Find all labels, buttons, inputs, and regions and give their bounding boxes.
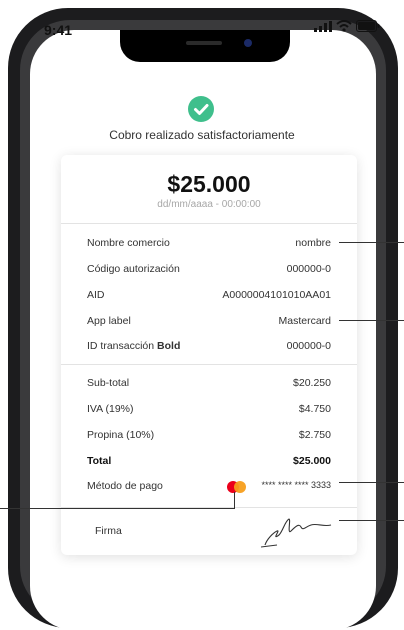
detail-row-aid: AID A0000004101010AA01 <box>87 289 331 305</box>
receipt-datetime: dd/mm/aaaa - 00:00:00 <box>157 199 261 210</box>
battery-icon <box>356 20 380 32</box>
detail-label: App label <box>87 315 131 327</box>
detail-row-transaction-id: ID transacción Bold 000000-0 <box>87 340 331 356</box>
detail-label: ID transacción Bold <box>87 340 180 352</box>
summary-value: $2.750 <box>298 429 331 441</box>
camera <box>244 39 252 47</box>
summary-row-tip: Propina (10%) $2.750 <box>87 429 331 445</box>
detail-label-text: ID transacción <box>87 340 155 352</box>
total-label: Total <box>87 455 112 467</box>
detail-value: 000000-0 <box>286 340 331 352</box>
signature-graphic <box>260 518 332 548</box>
detail-value: Mastercard <box>278 315 331 327</box>
detail-label-bold: Bold <box>157 340 181 352</box>
detail-value: nombre <box>295 237 331 249</box>
mastercard-logo-icon <box>227 481 247 493</box>
status-icons <box>314 20 380 32</box>
divider <box>61 364 357 365</box>
summary-row-tax: IVA (19%) $4.750 <box>87 403 331 419</box>
signature-label: Firma <box>95 525 122 537</box>
summary-value: $4.750 <box>298 403 331 415</box>
wifi-icon <box>336 20 352 32</box>
callout-line <box>234 492 235 509</box>
detail-row-app-label: App label Mastercard <box>87 315 331 331</box>
summary-label: IVA (19%) <box>87 403 134 415</box>
detail-row-merchant: Nombre comercio nombre <box>87 237 331 253</box>
callout-line <box>0 508 234 509</box>
receipt-card: $25.000 dd/mm/aaaa - 00:00:00 Nombre com… <box>61 155 357 555</box>
success-check-icon <box>188 96 214 122</box>
summary-row-total: Total $25.000 <box>87 455 331 471</box>
detail-row-auth-code: Código autorización 000000-0 <box>87 263 331 279</box>
summary-label: Propina (10%) <box>87 429 155 441</box>
divider <box>61 223 357 224</box>
status-time: 9:41 <box>44 22 73 38</box>
signal-icon <box>314 20 332 32</box>
summary-row-subtotal: Sub-total $20.250 <box>87 377 331 393</box>
summary-value: $20.250 <box>293 377 331 389</box>
summary-label: Sub-total <box>87 377 130 389</box>
detail-label: Código autorización <box>87 263 180 275</box>
speaker <box>186 41 222 45</box>
detail-label: AID <box>87 289 105 301</box>
callout-line <box>339 482 404 483</box>
receipt-amount: $25.000 <box>167 171 251 197</box>
card-number: **** **** **** 3333 <box>261 480 331 490</box>
notch <box>120 30 290 62</box>
detail-value: 000000-0 <box>286 263 331 275</box>
detail-label: Nombre comercio <box>87 237 170 249</box>
callout-line <box>339 242 404 243</box>
total-value: $25.000 <box>293 455 331 467</box>
callout-line <box>339 520 404 521</box>
success-message: Cobro realizado satisfactoriamente <box>109 128 295 142</box>
payment-method-row: Método de pago **** **** **** 3333 <box>87 480 331 496</box>
payment-label: Método de pago <box>87 480 163 492</box>
detail-value: A0000004101010AA01 <box>222 289 331 301</box>
callout-line <box>339 320 404 321</box>
